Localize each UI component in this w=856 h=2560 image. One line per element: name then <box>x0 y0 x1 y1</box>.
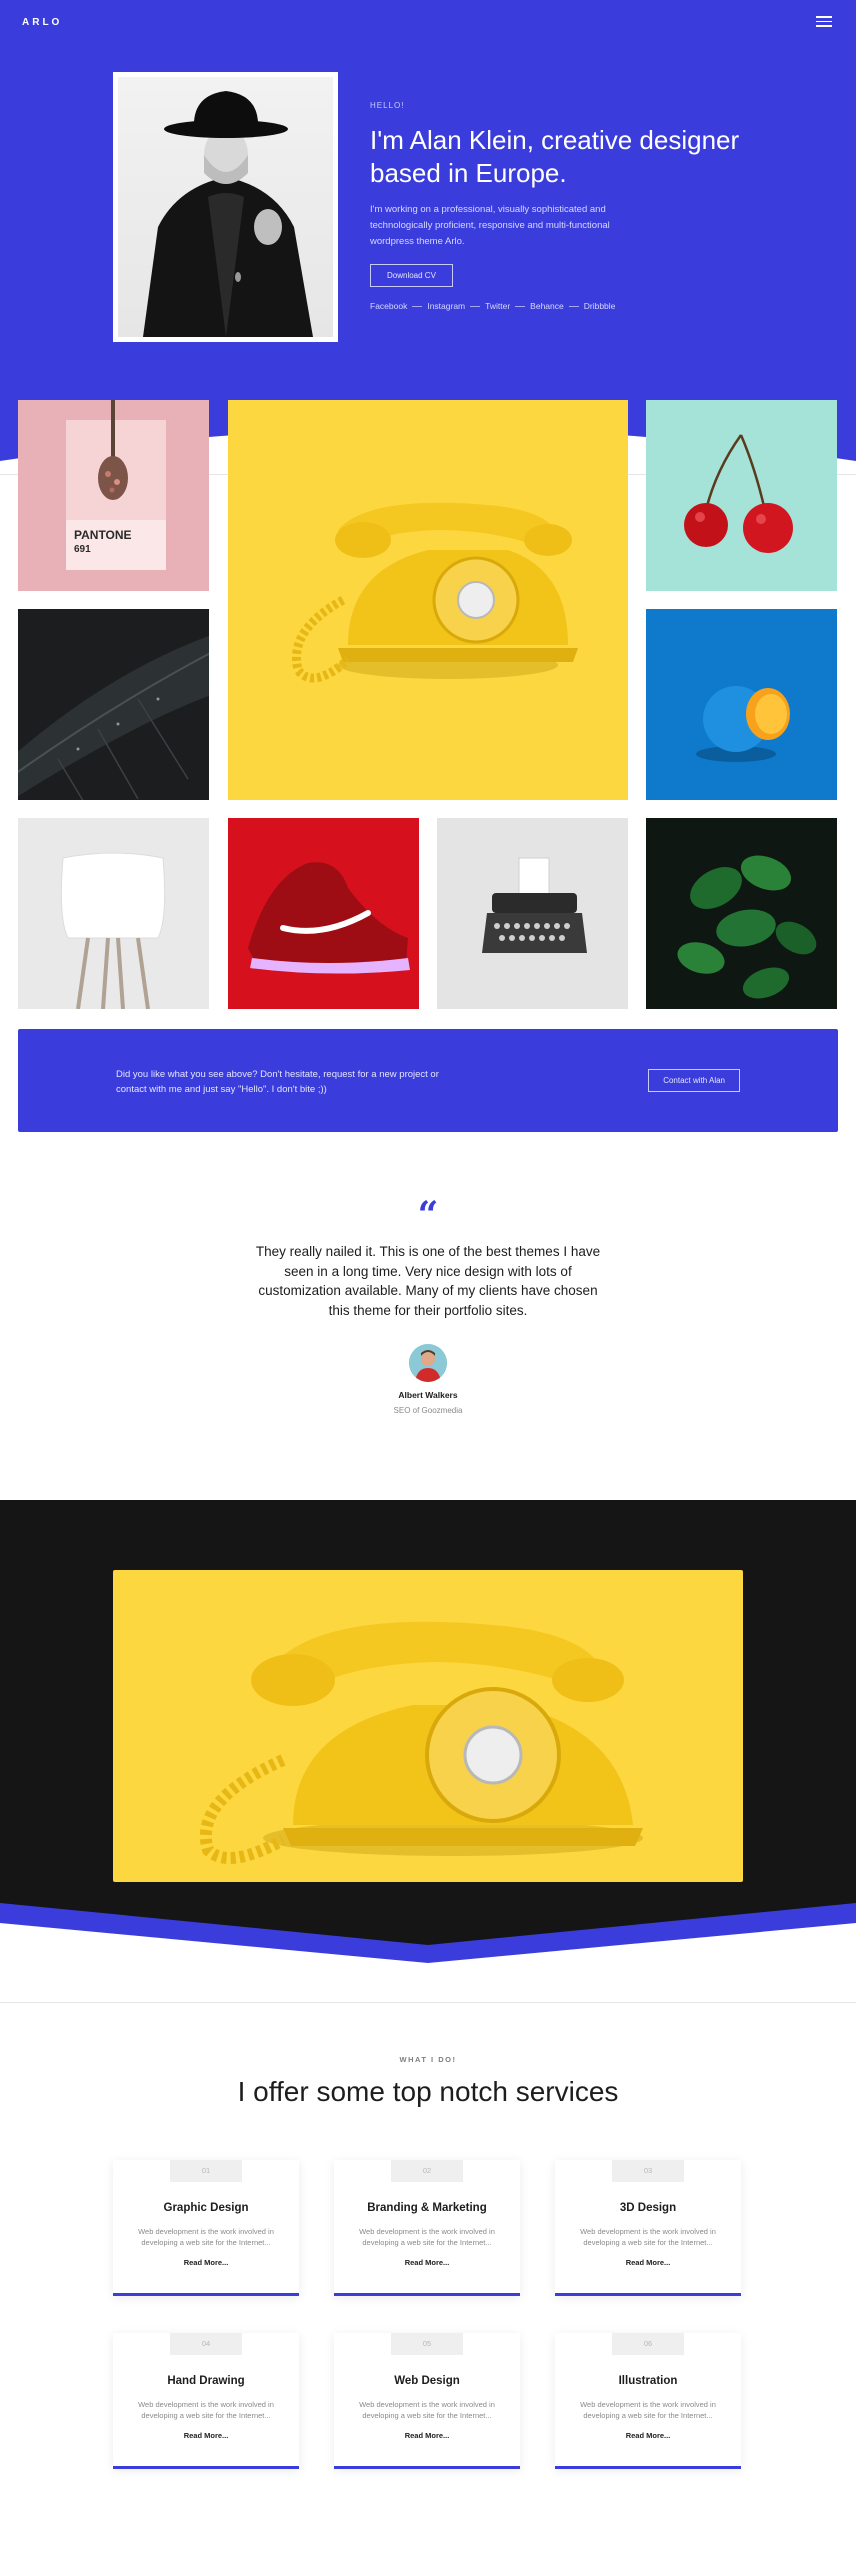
social-separator <box>568 305 579 307</box>
testimonial-section: “ They really nailed it. This is one of … <box>0 1194 856 1415</box>
social-separator <box>412 305 423 307</box>
social-link-facebook[interactable]: Facebook <box>370 301 407 311</box>
hero-description: I'm working on a professional, visually … <box>370 204 610 247</box>
dark-wave-divider <box>0 1903 856 1970</box>
service-card[interactable]: 05 Web Design Web development is the wor… <box>334 2333 520 2469</box>
service-card[interactable]: 01 Graphic Design Web development is the… <box>113 2160 299 2296</box>
service-title: Graphic Design <box>163 2202 249 2214</box>
service-description: Web development is the work involved in … <box>359 2227 495 2247</box>
service-number: 01 <box>170 2160 242 2182</box>
hero-title: I'm Alan Klein, creative designer based … <box>370 125 740 188</box>
service-card[interactable]: 04 Hand Drawing Web development is the w… <box>113 2333 299 2469</box>
social-link-behance[interactable]: Behance <box>530 301 564 311</box>
service-description: Web development is the work involved in … <box>359 2400 495 2420</box>
social-links: Facebook Instagram Twitter Behance Dribb… <box>370 301 770 311</box>
service-title: Web Design <box>394 2375 460 2387</box>
hello-eyebrow: HELLO! <box>370 101 405 110</box>
spoon-icon <box>98 400 128 500</box>
top-bar: ARLO <box>0 0 856 46</box>
gallery-tile-blue-orange[interactable] <box>646 609 837 800</box>
portrait-image <box>118 77 333 337</box>
feature-phone-image[interactable] <box>113 1570 743 1882</box>
service-number: 03 <box>612 2160 684 2182</box>
testimonial-role: SEO of Goozmedia <box>393 1406 463 1415</box>
service-card[interactable]: 03 3D Design Web development is the work… <box>555 2160 741 2296</box>
telephone-icon <box>199 1621 643 1864</box>
leaf-icon <box>18 635 209 800</box>
hamburger-menu-icon[interactable] <box>816 16 832 28</box>
social-link-dribbble[interactable]: Dribbble <box>584 301 616 311</box>
service-card[interactable]: 02 Branding & Marketing Web development … <box>334 2160 520 2296</box>
service-title: Hand Drawing <box>167 2375 245 2387</box>
gallery-tile-pantone[interactable]: PANTONE 691 <box>18 400 209 591</box>
social-link-twitter[interactable]: Twitter <box>485 301 510 311</box>
services-section: WHAT I DO! I offer some top notch servic… <box>0 2055 856 2108</box>
sneaker-icon <box>248 862 410 974</box>
avatar <box>409 1344 447 1382</box>
gallery-tile-plant[interactable] <box>646 818 837 1009</box>
read-more-link[interactable]: Read More... <box>334 2258 520 2267</box>
gallery-tile-leaf[interactable] <box>18 609 209 800</box>
gallery-tile-chair[interactable] <box>18 818 209 1009</box>
social-link-instagram[interactable]: Instagram <box>427 301 465 311</box>
hero-intro: HELLO! I'm Alan Klein, creative designer… <box>370 101 770 311</box>
read-more-link[interactable]: Read More... <box>113 2258 299 2267</box>
service-description: Web development is the work involved in … <box>580 2400 716 2420</box>
service-card[interactable]: 06 Illustration Web development is the w… <box>555 2333 741 2469</box>
portrait-frame <box>113 72 338 342</box>
contact-cta-banner: Did you like what you see above? Don't h… <box>18 1029 838 1132</box>
gallery-tile-sneaker[interactable] <box>228 818 419 1009</box>
social-separator <box>470 305 481 307</box>
orange-icon <box>696 686 790 762</box>
read-more-link[interactable]: Read More... <box>113 2431 299 2440</box>
download-cv-button[interactable]: Download CV <box>370 264 453 287</box>
plant-leaves-icon <box>677 855 817 999</box>
service-title: Illustration <box>618 2375 678 2387</box>
read-more-link[interactable]: Read More... <box>334 2431 520 2440</box>
typewriter-icon <box>482 857 587 953</box>
read-more-link[interactable]: Read More... <box>555 2431 741 2440</box>
read-more-link[interactable]: Read More... <box>555 2258 741 2267</box>
gallery-tile-typewriter[interactable] <box>437 818 628 1009</box>
cherries-icon <box>684 434 793 553</box>
chair-icon <box>60 852 166 1009</box>
service-title: 3D Design <box>619 2202 677 2214</box>
testimonial-author: Albert Walkers <box>398 1390 458 1400</box>
telephone-icon <box>292 502 578 683</box>
service-number: 02 <box>391 2160 463 2182</box>
service-number: 04 <box>170 2333 242 2355</box>
man-in-hat-illustration <box>143 91 313 337</box>
service-number: 05 <box>391 2333 463 2355</box>
social-separator <box>515 305 526 307</box>
gallery-tile-yellow-phone[interactable] <box>228 400 628 800</box>
service-number: 06 <box>612 2333 684 2355</box>
gallery-tile-cherries[interactable] <box>646 400 837 591</box>
site-logo[interactable]: ARLO <box>22 17 62 28</box>
cta-text: Did you like what you see above? Don't h… <box>116 1069 439 1095</box>
avatar-person-icon <box>409 1344 447 1382</box>
quote-icon: “ <box>417 1194 439 1236</box>
service-title: Branding & Marketing <box>367 2202 487 2214</box>
services-title: I offer some top notch services <box>237 2076 619 2107</box>
section-divider <box>0 2002 856 2003</box>
service-description: Web development is the work involved in … <box>138 2227 274 2247</box>
feature-dark-section <box>0 1500 856 1970</box>
contact-button[interactable]: Contact with Alan <box>648 1069 740 1092</box>
testimonial-quote: They really nailed it. This is one of th… <box>255 1244 601 1318</box>
services-eyebrow: WHAT I DO! <box>399 2055 457 2064</box>
service-description: Web development is the work involved in … <box>138 2400 274 2420</box>
service-description: Web development is the work involved in … <box>580 2227 716 2247</box>
